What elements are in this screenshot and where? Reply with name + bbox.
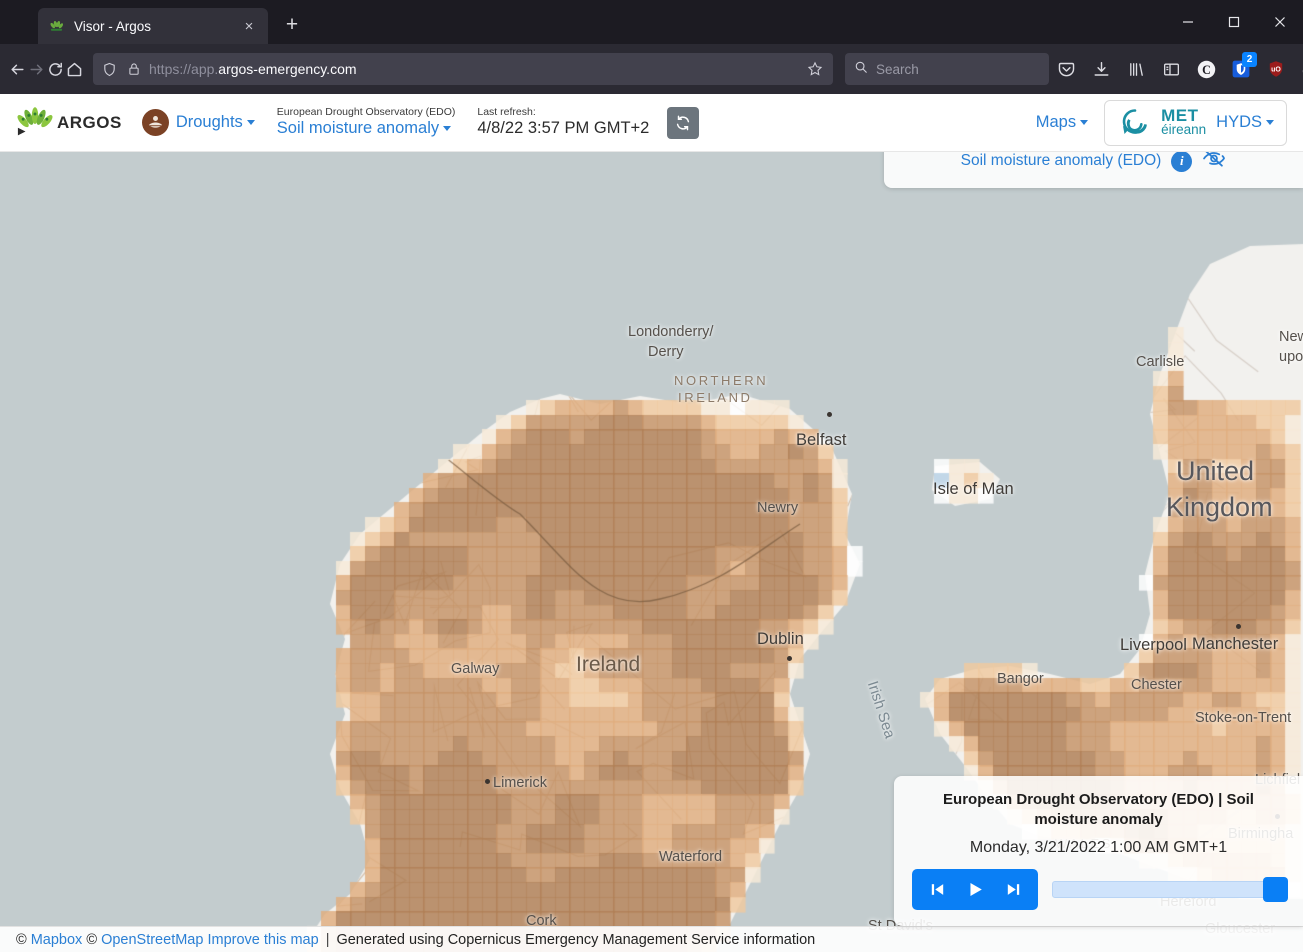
url-text[interactable]: https://app.argos-emergency.com: [149, 61, 798, 77]
window-controls: [1165, 0, 1303, 44]
svg-text:uO: uO: [1271, 67, 1281, 74]
close-button[interactable]: [1257, 0, 1303, 44]
chevron-down-icon: [1080, 120, 1089, 126]
time-slider[interactable]: [1052, 877, 1288, 902]
app-header: ARGOS Droughts European Drought Observat…: [0, 94, 1303, 152]
back-button[interactable]: [9, 52, 26, 86]
url-scheme: https://: [149, 61, 192, 77]
forward-button[interactable]: [28, 52, 45, 86]
info-icon[interactable]: i: [1171, 150, 1193, 172]
navigation-toolbar: https://app.argos-emergency.com Search C…: [0, 44, 1303, 94]
url-domain: argos-emergency.com: [218, 61, 357, 77]
hyds-menu[interactable]: HYDS: [1216, 113, 1274, 132]
argos-logo[interactable]: ARGOS: [16, 106, 122, 140]
time-panel-date: Monday, 3/21/2022 1:00 AM GMT+1: [969, 839, 1228, 856]
improve-this-map-link[interactable]: Improve this map: [207, 932, 318, 948]
shield-icon[interactable]: [101, 61, 118, 78]
search-icon: [854, 60, 868, 79]
maximize-button[interactable]: [1211, 0, 1257, 44]
hazard-selector[interactable]: Droughts: [141, 109, 255, 136]
last-refresh-timestamp: 4/8/22 3:57 PM GMT+2: [477, 119, 650, 138]
tab-close-icon[interactable]: ×: [240, 17, 258, 35]
tab-title: Visor - Argos: [74, 18, 152, 34]
argos-favicon: [48, 18, 65, 35]
bitwarden-badge: 2: [1242, 52, 1257, 67]
met-eireann-wordmark: MET éireann: [1161, 107, 1207, 138]
time-panel-controls: [912, 869, 1288, 910]
drought-icon: [141, 109, 169, 136]
mapbox-copyright-mark: ©: [16, 931, 27, 948]
playback-controls: [912, 869, 1038, 910]
time-panel: European Drought Observatory (EDO) | Soi…: [894, 776, 1303, 926]
layer-selector[interactable]: European Drought Observatory (EDO) Soil …: [276, 106, 456, 138]
chevron-down-icon: [443, 126, 452, 132]
refresh-group: [667, 106, 700, 139]
last-refresh-block: Last refresh: 4/8/22 3:57 PM GMT+2: [477, 106, 650, 138]
ublock-origin-icon[interactable]: uO: [1261, 54, 1291, 84]
chevron-down-icon: [246, 120, 255, 126]
chevron-down-icon: [1266, 120, 1274, 126]
time-slider-track[interactable]: [1052, 881, 1285, 898]
layer-name-label[interactable]: Soil moisture anomaly: [277, 119, 456, 137]
bookmark-star-icon[interactable]: [805, 61, 825, 77]
url-subdomain: app.: [191, 61, 219, 77]
download-icon[interactable]: [1086, 54, 1116, 84]
reload-button[interactable]: [47, 52, 64, 86]
time-slider-handle[interactable]: [1263, 877, 1288, 902]
play-button[interactable]: [956, 876, 994, 903]
home-button[interactable]: [66, 52, 83, 86]
map-attribution: © Mapbox © OpenStreetMap Improve this ma…: [0, 926, 1303, 952]
refresh-button[interactable]: [667, 106, 700, 139]
skip-to-end-button[interactable]: [994, 876, 1032, 903]
browser-window: Visor - Argos × + https://app.argos-emer…: [0, 0, 1303, 952]
cloud-extension-icon[interactable]: [1296, 54, 1303, 84]
tab-strip: Visor - Argos × +: [0, 0, 1303, 44]
openstreetmap-link[interactable]: OpenStreetMap: [101, 932, 203, 948]
lock-icon[interactable]: [125, 61, 142, 78]
search-placeholder: Search: [876, 61, 919, 77]
header-right: Maps MET éireann HYDS: [1036, 99, 1287, 146]
minimize-button[interactable]: [1165, 0, 1211, 44]
sidebar-icon[interactable]: [1156, 54, 1186, 84]
argos-logo-text: ARGOS: [57, 112, 122, 132]
skip-to-start-button[interactable]: [918, 876, 956, 903]
hazard-selector-label[interactable]: Droughts: [176, 113, 255, 132]
legend-layer-name[interactable]: Soil moisture anomaly (EDO): [961, 152, 1162, 170]
partner-box: MET éireann HYDS: [1104, 99, 1287, 146]
page-viewport: ARGOS Droughts European Drought Observat…: [0, 94, 1303, 952]
toolbar-icons: C 2 uO: [1051, 52, 1303, 84]
search-bar[interactable]: Search: [845, 53, 1049, 85]
svg-text:C: C: [1202, 63, 1211, 77]
met-line2: éireann: [1161, 122, 1207, 138]
new-tab-button[interactable]: +: [277, 11, 307, 41]
argos-logo-icon: [17, 106, 53, 135]
attribution-divider: |: [325, 931, 330, 948]
copernicus-attribution-text: Generated using Copernicus Emergency Man…: [336, 931, 816, 948]
osm-copyright-mark: ©: [86, 931, 98, 948]
pocket-icon[interactable]: [1051, 54, 1081, 84]
last-refresh-label: Last refresh:: [477, 106, 536, 119]
browser-tab[interactable]: Visor - Argos ×: [38, 8, 268, 44]
mapbox-link[interactable]: Mapbox: [31, 932, 83, 948]
maps-menu[interactable]: Maps: [1036, 113, 1089, 132]
bitwarden-icon[interactable]: 2: [1226, 52, 1257, 84]
time-panel-title: European Drought Observatory (EDO) | Soi…: [943, 791, 1254, 829]
container-c-icon[interactable]: C: [1191, 54, 1221, 84]
library-icon[interactable]: [1121, 54, 1151, 84]
layer-source-label: European Drought Observatory (EDO): [276, 106, 456, 119]
met-eireann-logo-icon: [1117, 107, 1151, 139]
url-bar[interactable]: https://app.argos-emergency.com: [93, 53, 833, 85]
